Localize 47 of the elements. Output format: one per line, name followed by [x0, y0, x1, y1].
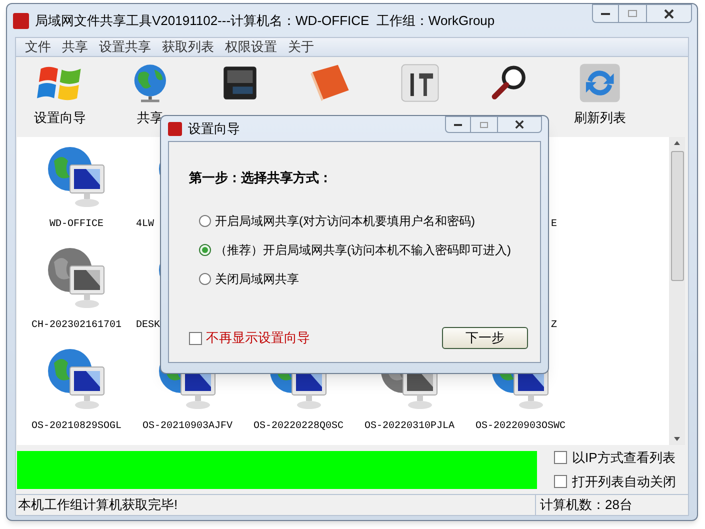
- close-button[interactable]: [646, 4, 692, 23]
- toolbar-button[interactable]: 刷新列表: [560, 60, 640, 128]
- close-icon: [664, 8, 674, 18]
- menu-item[interactable]: 权限设置: [221, 37, 281, 57]
- checkbox: [554, 474, 567, 488]
- minimize-button[interactable]: [445, 116, 471, 133]
- menu-item[interactable]: 关于: [284, 37, 318, 57]
- share-option-radio[interactable]: 开启局域网共享(对方访问本机要填用户名和密码): [199, 212, 475, 230]
- computer-name[interactable]: E: [551, 217, 558, 232]
- scroll-up-icon[interactable]: [674, 141, 680, 145]
- computer-name[interactable]: OS-20220228Q0SC: [253, 419, 344, 434]
- checkbox: [189, 332, 202, 344]
- checkbox: [554, 451, 567, 464]
- scrollbar-thumb[interactable]: [670, 151, 684, 281]
- computer-name[interactable]: DESK: [136, 318, 160, 333]
- computer-name[interactable]: OS-20220903OSWC: [475, 419, 566, 434]
- app-logo-icon: [13, 12, 29, 28]
- close-button[interactable]: [497, 116, 542, 133]
- window-title: 局域网文件共享工具V20191102---计算机名：WD-OFFICE 工作组：WorkGroup: [35, 12, 495, 30]
- app-logo-icon: [168, 122, 182, 136]
- step-heading: 第一步：选择共享方式：: [189, 169, 333, 187]
- dialog-title: 设置向导: [188, 120, 240, 138]
- option-checkbox[interactable]: 打开列表自动关闭: [554, 472, 676, 491]
- dont-show-checkbox[interactable]: 不再显示设置向导: [189, 328, 310, 348]
- share-option-radio[interactable]: 关闭局域网共享: [199, 270, 299, 288]
- refresh-icon: [579, 63, 621, 103]
- next-button[interactable]: 下一步: [442, 327, 528, 349]
- menu-item[interactable]: 设置共享: [95, 37, 155, 57]
- toolbar-button[interactable]: 设置向导: [20, 60, 100, 128]
- menu-item[interactable]: 获取列表: [158, 37, 218, 57]
- computer-count: 计算机数：28台: [539, 496, 632, 514]
- computer-name[interactable]: WD-OFFICE: [49, 217, 104, 232]
- computer-name[interactable]: CH-202302161701: [31, 318, 122, 333]
- status-message: 本机工作组计算机获取完毕!: [16, 495, 536, 515]
- computer-name[interactable]: OS-20210903AJFV: [142, 419, 232, 434]
- minimize-button[interactable]: [592, 4, 619, 23]
- share-option-radio[interactable]: （推荐）开启局域网共享(访问本机不输入密码即可进入): [199, 240, 511, 258]
- close-icon: [515, 120, 524, 129]
- option-checkbox[interactable]: 以IP方式查看列表: [554, 448, 676, 468]
- menu-item[interactable]: 共享: [58, 37, 92, 57]
- computer-name[interactable]: OS-20210829SOGL: [31, 419, 122, 434]
- menu-item[interactable]: 文件: [21, 37, 55, 57]
- computer-name[interactable]: 4LW: [136, 217, 154, 232]
- tools-icon: [400, 63, 440, 103]
- computer-name[interactable]: Z: [551, 318, 558, 333]
- scroll-down-icon[interactable]: [674, 437, 680, 441]
- computer-name[interactable]: OS-20220310PJLA: [364, 419, 454, 434]
